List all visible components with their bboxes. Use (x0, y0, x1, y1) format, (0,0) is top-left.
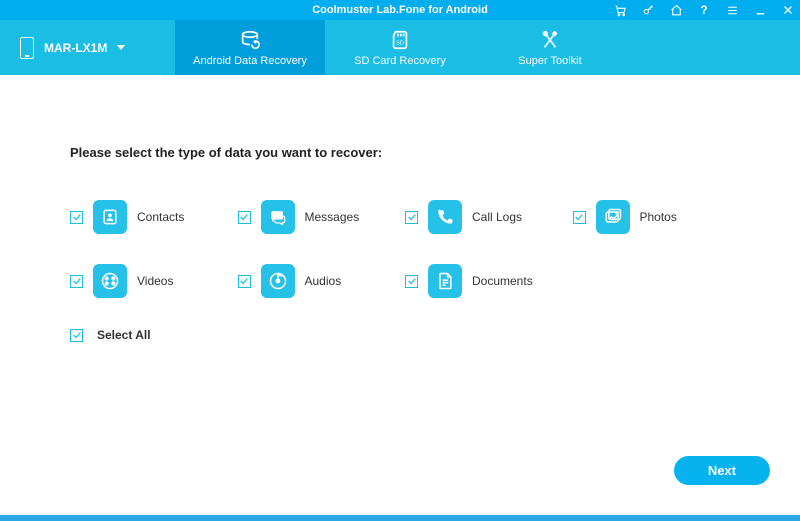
type-label: Contacts (137, 210, 184, 224)
checkbox-audios[interactable] (238, 275, 251, 288)
menu-icon[interactable] (724, 2, 740, 18)
nav-bar: MAR-LX1M Android Data Recovery SD SD Car… (0, 20, 800, 75)
calllogs-icon (428, 200, 462, 234)
svg-text:SD: SD (396, 40, 404, 46)
type-label: Call Logs (472, 210, 522, 224)
type-label: Photos (640, 210, 677, 224)
home-icon[interactable] (668, 2, 684, 18)
type-messages: Messages (238, 200, 396, 234)
type-audios: Audios (238, 264, 396, 298)
instruction-text: Please select the type of data you want … (70, 145, 730, 160)
type-contacts: Contacts (70, 200, 228, 234)
contacts-icon (93, 200, 127, 234)
footer-border (0, 515, 800, 521)
nav-label: SD Card Recovery (354, 55, 446, 67)
checkbox-messages[interactable] (238, 211, 251, 224)
checkbox-documents[interactable] (405, 275, 418, 288)
help-icon[interactable]: ? (696, 2, 712, 18)
close-button[interactable] (780, 2, 796, 18)
select-all-label: Select All (97, 328, 151, 342)
type-photos: Photos (573, 200, 731, 234)
device-name: MAR-LX1M (44, 41, 107, 55)
messages-icon (261, 200, 295, 234)
checkbox-photos[interactable] (573, 211, 586, 224)
checkbox-contacts[interactable] (70, 211, 83, 224)
app-window: Coolmuster Lab.Fone for Android ? (0, 0, 800, 521)
type-videos: Videos (70, 264, 228, 298)
data-type-grid: Contacts Messages Call Logs (70, 200, 730, 298)
type-label: Documents (472, 274, 533, 288)
title-bar: Coolmuster Lab.Fone for Android ? (0, 0, 800, 20)
tab-android-data-recovery[interactable]: Android Data Recovery (175, 20, 325, 75)
type-documents: Documents (405, 264, 563, 298)
sd-card-icon: SD (389, 29, 411, 51)
videos-icon (93, 264, 127, 298)
key-icon[interactable] (640, 2, 656, 18)
checkbox-select-all[interactable] (70, 329, 83, 342)
photos-icon (596, 200, 630, 234)
app-title: Coolmuster Lab.Fone for Android (312, 4, 488, 16)
type-calllogs: Call Logs (405, 200, 563, 234)
checkbox-videos[interactable] (70, 275, 83, 288)
type-label: Videos (137, 274, 173, 288)
documents-icon (428, 264, 462, 298)
nav-label: Super Toolkit (518, 55, 581, 67)
device-selector[interactable]: MAR-LX1M (0, 20, 175, 75)
tab-super-toolkit[interactable]: Super Toolkit (475, 20, 625, 75)
tools-icon (539, 29, 561, 51)
nav-label: Android Data Recovery (193, 55, 307, 67)
checkbox-calllogs[interactable] (405, 211, 418, 224)
content-area: Please select the type of data you want … (0, 75, 800, 515)
minimize-button[interactable] (752, 2, 768, 18)
select-all-row: Select All (70, 328, 730, 342)
type-label: Audios (305, 274, 342, 288)
type-label: Messages (305, 210, 360, 224)
audios-icon (261, 264, 295, 298)
chevron-down-icon (117, 45, 125, 50)
recovery-icon (239, 29, 261, 51)
next-button[interactable]: Next (674, 456, 770, 485)
tab-sd-card-recovery[interactable]: SD SD Card Recovery (325, 20, 475, 75)
phone-icon (20, 37, 34, 59)
window-controls: ? (612, 0, 796, 20)
cart-icon[interactable] (612, 2, 628, 18)
